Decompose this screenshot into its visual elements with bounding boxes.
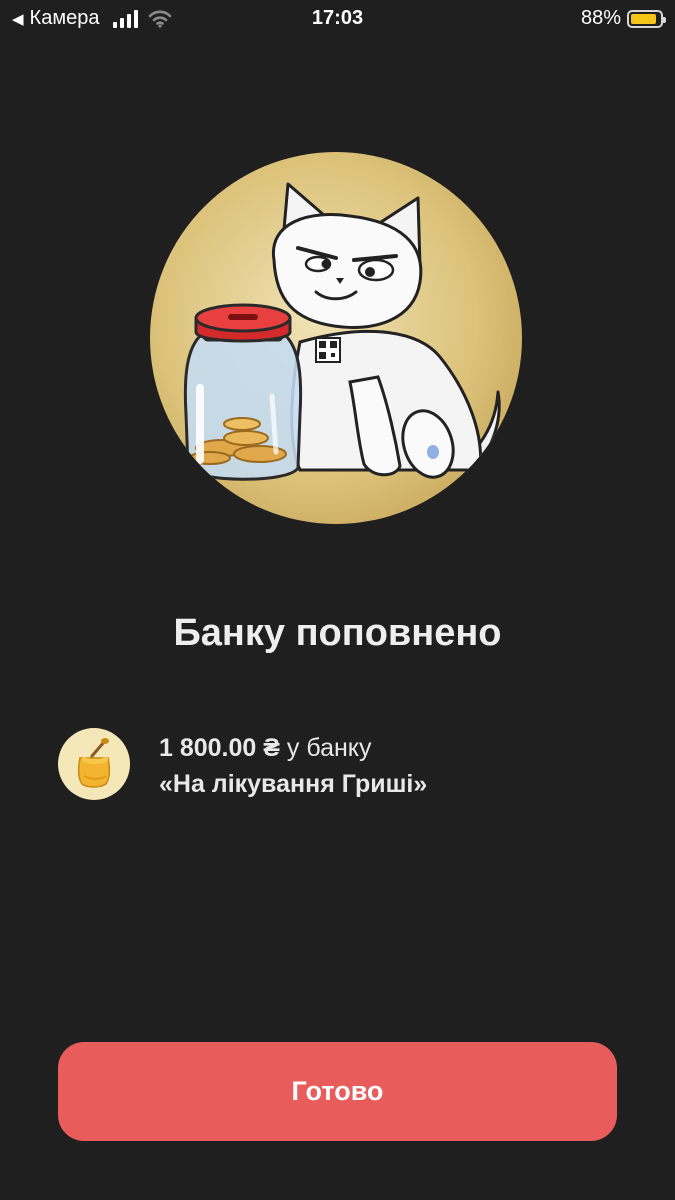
page-title: Банку поповнено (173, 612, 502, 654)
cat-with-jar-illustration (183, 182, 501, 481)
battery-percent: 88% (580, 7, 621, 29)
battery-fill (631, 13, 656, 24)
hero-illustration (150, 152, 522, 524)
status-bar: ◀ Камера 17:03 88% (0, 0, 675, 38)
battery-status: 88% (580, 7, 666, 30)
jar-name: «На лікування Гриші» (159, 770, 428, 798)
honey-jar-icon (58, 728, 130, 800)
deposit-summary: 1 800.00 ₴ у банку «На лікування Гриші» (58, 728, 618, 802)
deposit-amount: 1 800.00 ₴ (159, 734, 280, 762)
deposit-amount-suffix: у банку (279, 734, 372, 762)
battery-icon (627, 9, 666, 28)
clock: 17:03 (311, 7, 364, 29)
done-button[interactable]: Готово (58, 1042, 617, 1141)
